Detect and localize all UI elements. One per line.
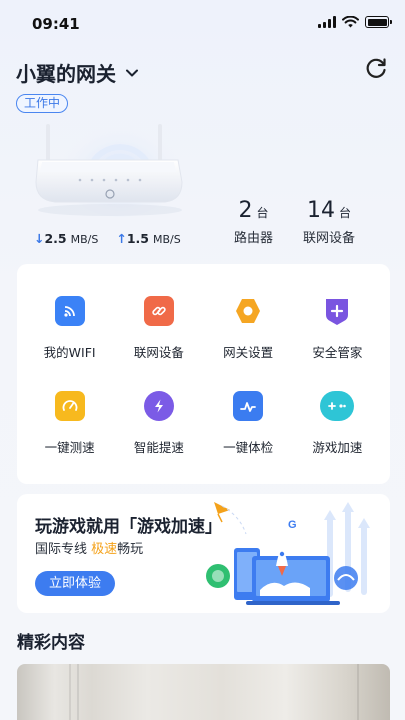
svg-text:G: G [288,519,297,531]
refresh-icon[interactable] [363,56,389,82]
wifi-signal-icon [342,16,359,28]
feature-game-boost[interactable]: 游戏加速 [293,391,382,456]
feature-my-wifi[interactable]: 我的WIFI [25,296,114,361]
try-now-button[interactable]: 立即体验 [35,571,115,596]
router-image [35,113,183,217]
status-bar: 09:41 [0,0,405,50]
router-count[interactable]: 2台 路由器 [234,198,273,246]
feature-security[interactable]: 安全管家 [293,296,382,361]
game-boost-banner[interactable]: 玩游戏就用「游戏加速」 国际专线 极速畅玩 立即体验 G [17,494,390,613]
lightning-icon [143,391,174,421]
status-time: 09:41 [32,15,80,33]
gateway-selector[interactable]: 小翼的网关 [16,58,140,87]
feature-grid: 我的WIFI 联网设备 网关设置 安全管家 一键测速 智能提速 一键体检 游戏加… [25,296,382,456]
download-speed: ↓2.5 MB/S [34,231,99,246]
health-check-icon [233,391,264,421]
page-title: 小翼的网关 [16,62,116,86]
content-image[interactable] [17,664,390,720]
cellular-signal-icon [318,16,336,28]
banner-subtitle: 国际专线 极速畅玩 [35,542,144,557]
arrow-down-icon: ↓ [34,231,45,246]
feature-connected-devices[interactable]: 联网设备 [114,296,203,361]
wifi-icon [54,296,85,326]
banner-title: 玩游戏就用「游戏加速」 [35,517,222,537]
gear-icon [233,296,263,326]
speedometer-icon [54,391,85,421]
feature-card: 我的WIFI 联网设备 网关设置 安全管家 一键测速 智能提速 一键体检 游戏加… [17,264,390,484]
section-title: 精彩内容 [17,633,85,653]
battery-icon [365,16,392,28]
status-icons [318,16,392,28]
link-icon [143,296,174,326]
feature-gateway-settings[interactable]: 网关设置 [204,296,293,361]
speed-readout: ↓2.5 MB/S ↑1.5 MB/S [34,231,181,246]
upload-speed: ↑1.5 MB/S [116,231,181,246]
gamepad-icon [320,391,355,421]
feature-speed-test[interactable]: 一键测速 [25,391,114,456]
chevron-down-icon [126,69,138,76]
arrow-up-icon: ↑ [116,231,127,246]
shield-icon [322,296,352,326]
feature-smart-boost[interactable]: 智能提速 [114,391,203,456]
device-count[interactable]: 14 台 联网设备 [303,198,355,246]
game-boost-illustration: G [206,502,370,605]
feature-health-check[interactable]: 一键体检 [204,391,293,456]
